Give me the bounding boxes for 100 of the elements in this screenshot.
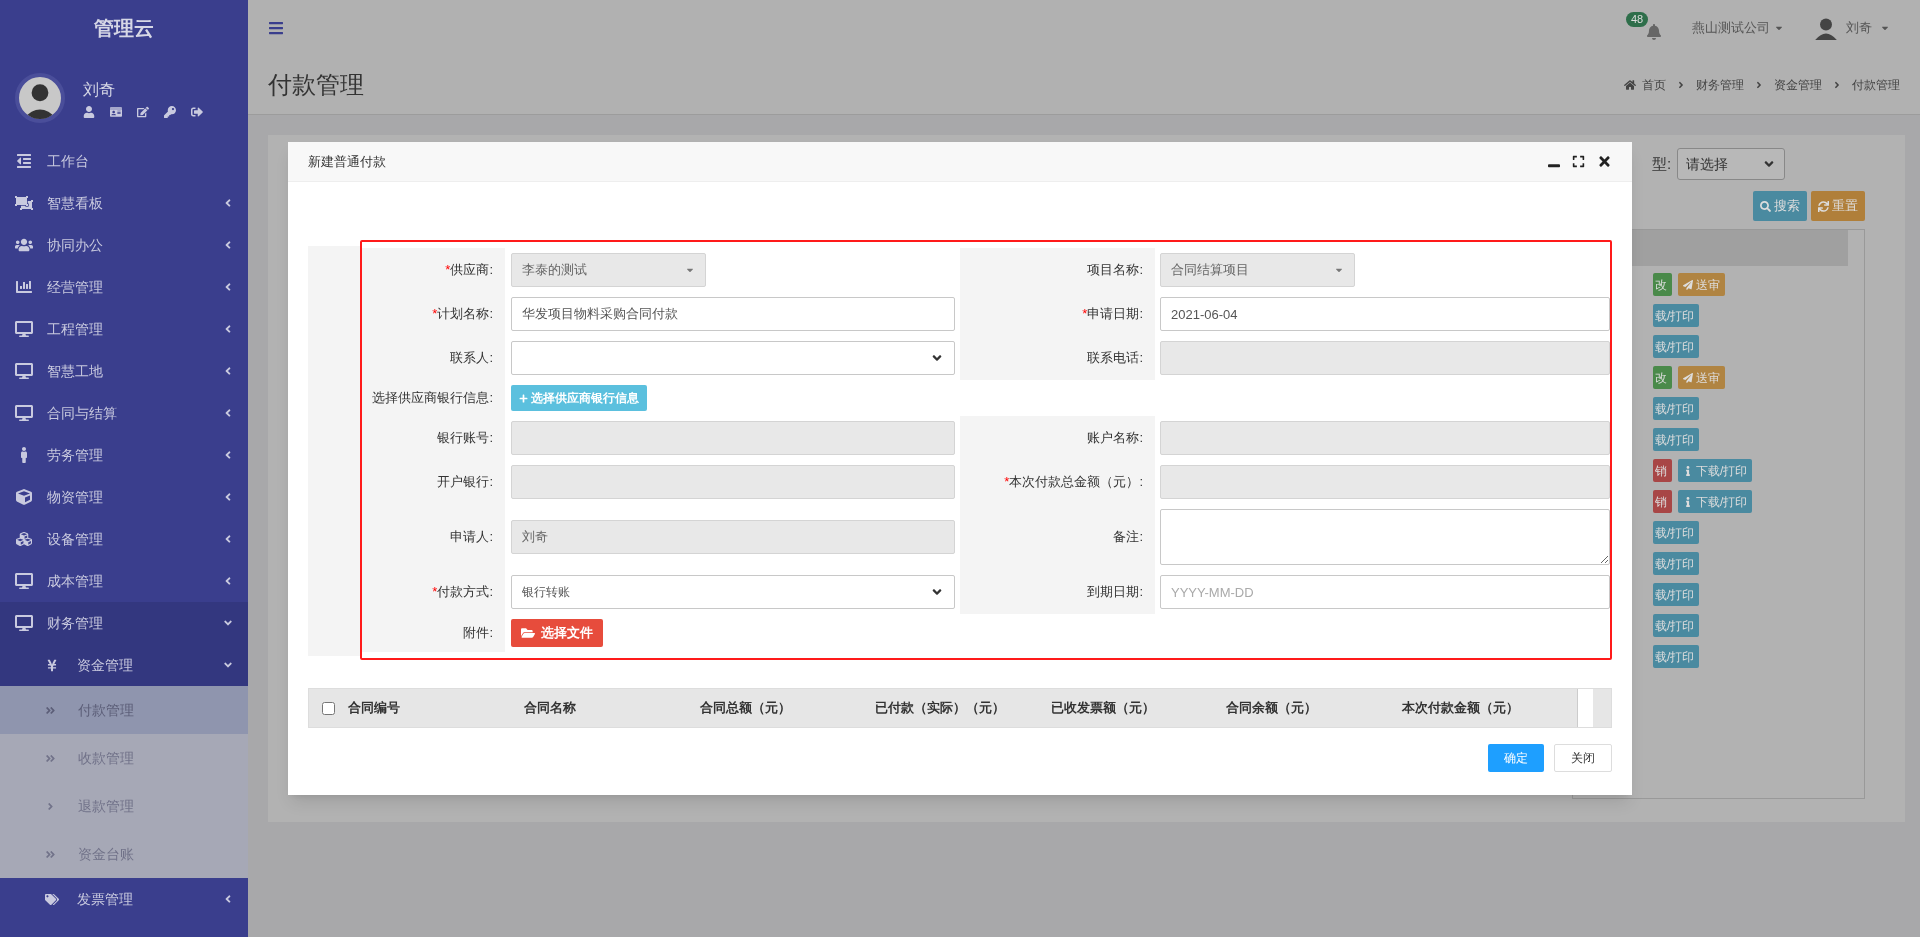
confirm-button[interactable]: 确定 bbox=[1488, 744, 1544, 772]
users-icon bbox=[15, 237, 33, 253]
cubes-icon bbox=[15, 531, 33, 547]
avatar bbox=[15, 72, 65, 123]
edit-icon[interactable] bbox=[137, 105, 149, 118]
sidebar-subitem[interactable]: 资金管理 bbox=[0, 644, 248, 686]
sidebar-subitem[interactable]: 发票管理 bbox=[0, 878, 248, 920]
paper-plane-icon bbox=[1683, 279, 1693, 290]
input-field[interactable]: YYYY-MM-DD bbox=[1160, 575, 1610, 609]
input-field[interactable]: 2021-06-04 bbox=[1160, 297, 1610, 331]
notification-bell[interactable]: 48 bbox=[1626, 15, 1662, 40]
select-all-checkbox[interactable] bbox=[322, 701, 336, 715]
action-button[interactable]: 载/打印 bbox=[1653, 335, 1700, 358]
field-label: *本次付款总金额（元）: bbox=[1004, 473, 1143, 492]
textarea-field[interactable] bbox=[1160, 509, 1610, 565]
action-button[interactable]: 载/打印 bbox=[1653, 583, 1700, 606]
field-label: *申请日期: bbox=[1082, 305, 1143, 324]
maximize-icon[interactable] bbox=[1572, 155, 1585, 168]
double-chevron-icon bbox=[45, 848, 56, 860]
action-button[interactable]: 载/打印 bbox=[1653, 552, 1700, 575]
action-button[interactable]: 下载/打印 bbox=[1678, 490, 1753, 513]
action-button[interactable]: 载/打印 bbox=[1653, 428, 1700, 451]
field-label: *付款方式: bbox=[432, 583, 493, 602]
cube-icon bbox=[15, 489, 33, 505]
field-label: *供应商: bbox=[445, 261, 493, 280]
column-header: 本次付款金额（元） bbox=[1401, 699, 1519, 718]
action-button[interactable]: 载/打印 bbox=[1653, 614, 1700, 637]
field-label: 备注: bbox=[1113, 528, 1143, 547]
column-header: 合同编号 bbox=[348, 699, 401, 718]
action-button[interactable]: 送审 bbox=[1678, 366, 1725, 389]
frame-icon bbox=[15, 195, 33, 211]
breadcrumb-link[interactable]: 首页 bbox=[1642, 75, 1666, 94]
bell-icon bbox=[1646, 23, 1662, 40]
field-label: 到期日期: bbox=[1087, 583, 1143, 602]
info-icon bbox=[1683, 496, 1693, 507]
refresh-icon bbox=[1818, 200, 1829, 212]
sidebar-item[interactable]: 劳务管理 bbox=[0, 434, 248, 476]
action-button[interactable]: 载/打印 bbox=[1653, 304, 1700, 327]
profile-icon[interactable] bbox=[83, 105, 95, 118]
field-label: 选择供应商银行信息: bbox=[372, 389, 493, 408]
type-select[interactable]: 请选择 bbox=[1677, 148, 1786, 180]
search-button[interactable]: 搜索 bbox=[1753, 191, 1807, 221]
sidebar-item[interactable]: 设备管理 bbox=[0, 518, 248, 560]
monitor-icon bbox=[15, 615, 33, 631]
select-field[interactable] bbox=[511, 341, 955, 375]
search-icon bbox=[1760, 200, 1771, 212]
sidebar-item[interactable]: 合同与结算 bbox=[0, 392, 248, 434]
action-button[interactable]: 销 bbox=[1653, 490, 1672, 513]
filter-label: 型: bbox=[1652, 153, 1672, 174]
logout-icon[interactable] bbox=[191, 105, 203, 118]
reset-button[interactable]: 重置 bbox=[1811, 191, 1865, 221]
user-dropdown[interactable]: 刘奇 bbox=[1814, 15, 1900, 40]
select-field[interactable]: 银行转账 bbox=[511, 575, 955, 609]
user-avatar-icon bbox=[1814, 15, 1838, 40]
column-header: 合同名称 bbox=[524, 699, 576, 718]
double-chevron-icon bbox=[45, 704, 56, 716]
action-button[interactable]: 载/打印 bbox=[1653, 521, 1700, 544]
brand-title: 管理云 bbox=[94, 15, 154, 41]
paper-plane-icon bbox=[1683, 372, 1693, 383]
sidebar-item[interactable]: 工作台 bbox=[0, 140, 248, 182]
breadcrumb-link[interactable]: 资金管理 bbox=[1774, 75, 1822, 94]
tag-icon bbox=[45, 892, 59, 906]
field-label: 联系人: bbox=[450, 349, 493, 368]
action-button[interactable]: 载/打印 bbox=[1653, 397, 1700, 420]
sidebar-item[interactable]: 成本管理 bbox=[0, 560, 248, 602]
key-icon[interactable] bbox=[164, 105, 176, 118]
id-card-icon[interactable] bbox=[110, 105, 122, 118]
company-dropdown[interactable]: 燕山测试公司 bbox=[1692, 17, 1784, 38]
input-field[interactable]: 华发项目物料采购合同付款 bbox=[511, 297, 955, 331]
close-icon[interactable] bbox=[1597, 154, 1612, 169]
chevron-right-icon bbox=[45, 800, 56, 812]
field-label: *计划名称: bbox=[432, 305, 493, 324]
column-header: 合同余额（元） bbox=[1226, 699, 1318, 718]
breadcrumb-link[interactable]: 付款管理 bbox=[1852, 75, 1900, 94]
menu-icon[interactable] bbox=[268, 19, 284, 36]
sidebar-item[interactable]: 经营管理 bbox=[0, 266, 248, 308]
close-button[interactable]: 关闭 bbox=[1554, 744, 1612, 772]
column-header: 合同总额（元） bbox=[699, 699, 791, 718]
info-icon bbox=[1683, 465, 1693, 476]
sidebar-item[interactable]: 工程管理 bbox=[0, 308, 248, 350]
sidebar-item[interactable]: 财务管理 bbox=[0, 602, 248, 644]
sidebar-item[interactable]: 物资管理 bbox=[0, 476, 248, 518]
action-button[interactable]: 下载/打印 bbox=[1678, 459, 1753, 482]
choose-file-button[interactable]: 选择文件 bbox=[511, 619, 603, 647]
page-title: 付款管理 bbox=[268, 69, 364, 100]
monitor-icon bbox=[15, 405, 33, 421]
sidebar-item[interactable]: 协同办公 bbox=[0, 224, 248, 266]
sidebar-item[interactable]: 智慧看板 bbox=[0, 182, 248, 224]
action-button[interactable]: 送审 bbox=[1678, 273, 1725, 296]
chevron-right-icon bbox=[1832, 79, 1842, 90]
folder-icon bbox=[521, 626, 535, 640]
action-button[interactable]: 改 bbox=[1653, 273, 1672, 296]
action-button[interactable]: 改 bbox=[1653, 366, 1672, 389]
home-icon bbox=[1624, 78, 1636, 91]
scrollbar[interactable] bbox=[1577, 689, 1593, 727]
field-label: 联系电话: bbox=[1087, 349, 1143, 368]
sidebar-item[interactable]: 智慧工地 bbox=[0, 350, 248, 392]
breadcrumb-link[interactable]: 财务管理 bbox=[1696, 75, 1744, 94]
action-button[interactable]: 销 bbox=[1653, 459, 1672, 482]
action-button[interactable]: 载/打印 bbox=[1653, 645, 1700, 668]
